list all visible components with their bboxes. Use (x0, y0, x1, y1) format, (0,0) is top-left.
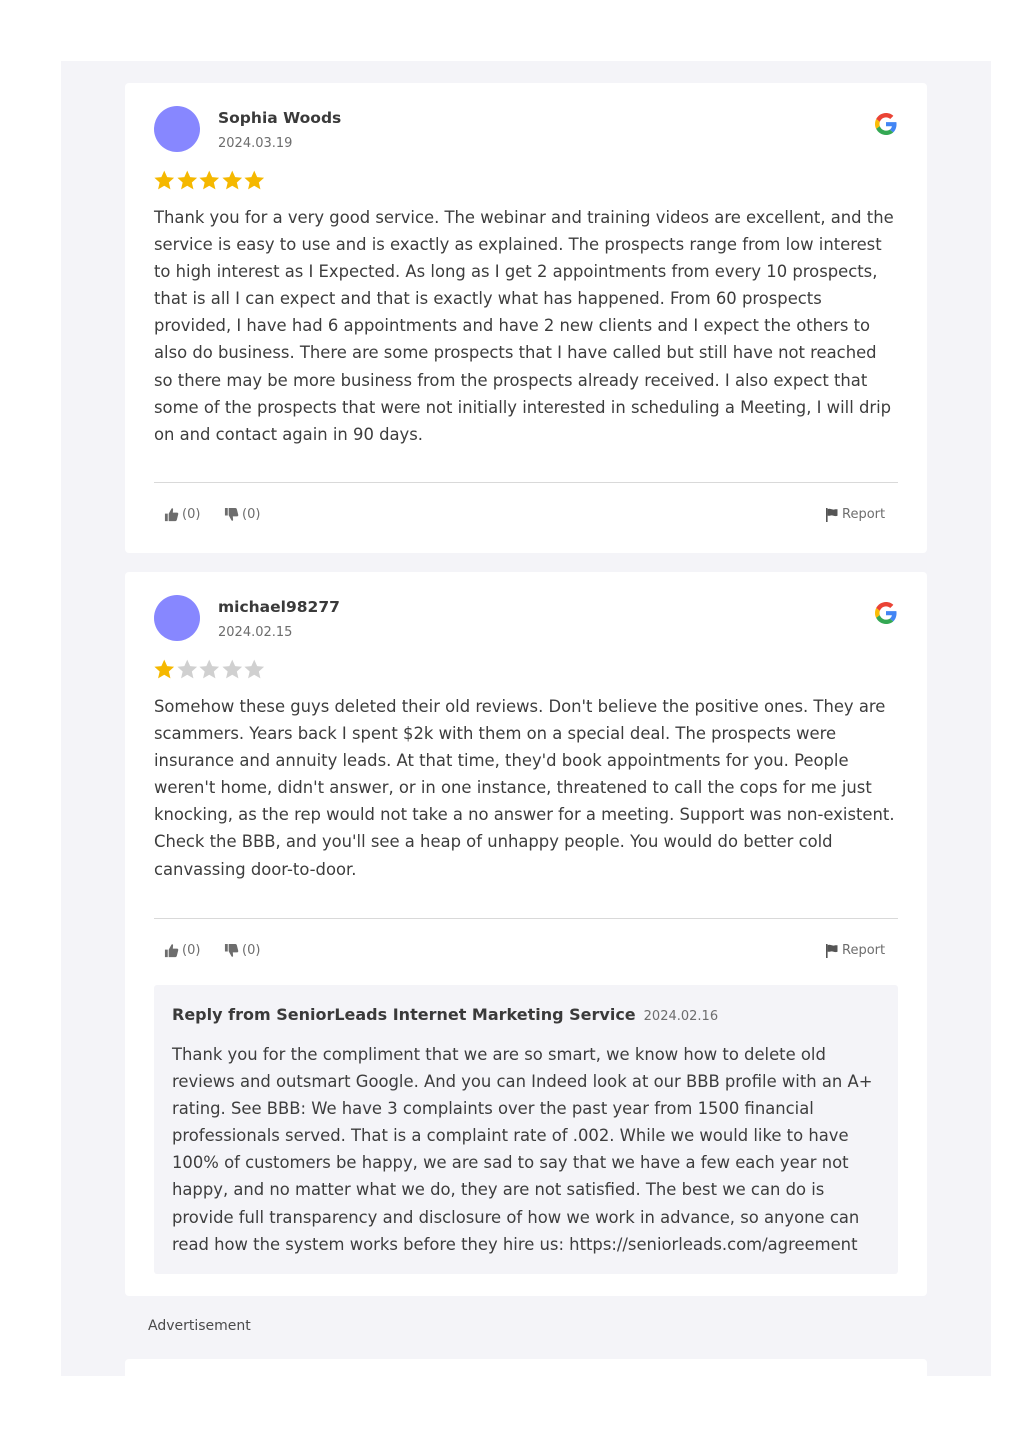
review-author: Sophia Woods (218, 109, 342, 127)
review-author: michael98277 (218, 598, 340, 616)
review-text: Somehow these guys deleted their old rev… (154, 697, 895, 879)
divider (154, 482, 898, 483)
reply-from: Reply from SeniorLeads Internet Marketin… (172, 1005, 636, 1024)
report-button[interactable]: Report (825, 507, 885, 522)
like-count: (0) (182, 507, 201, 522)
star-filled-icon (154, 170, 175, 190)
star-filled-icon (176, 170, 197, 190)
star-empty-icon (176, 659, 197, 679)
flag-icon (826, 507, 838, 522)
report-label: Report (842, 943, 886, 958)
reply-text: Thank you for the compliment that we are… (172, 1045, 873, 1254)
report-label: Report (842, 507, 886, 522)
business-reply: Reply from SeniorLeads Internet Marketin… (154, 985, 898, 1274)
review-date: 2024.03.19 (218, 136, 293, 151)
like-count: (0) (182, 943, 201, 958)
reviews-panel: Sophia Woods 2024.03.19 Thank you for a … (61, 61, 991, 1376)
star-empty-icon (199, 659, 220, 679)
reply-header: Reply from SeniorLeads Internet Marketin… (172, 1005, 718, 1024)
dislike-button[interactable]: (0) (224, 507, 260, 522)
google-icon (875, 602, 897, 624)
advertisement-label: Advertisement (148, 1318, 251, 1334)
star-filled-icon (221, 170, 242, 190)
dislike-count: (0) (242, 943, 261, 958)
google-icon (875, 113, 897, 135)
thumbs-up-icon (164, 944, 179, 958)
star-empty-icon (244, 659, 265, 679)
thumbs-up-icon (164, 508, 179, 522)
like-button[interactable]: (0) (164, 507, 200, 522)
star-empty-icon (221, 659, 242, 679)
review-card-partial (125, 1359, 927, 1376)
like-button[interactable]: (0) (164, 943, 200, 958)
star-rating (153, 658, 266, 681)
dislike-button[interactable]: (0) (224, 943, 260, 958)
review-text: Thank you for a very good service. The w… (154, 208, 894, 444)
thumbs-down-icon (224, 943, 239, 957)
review-card: Sophia Woods 2024.03.19 Thank you for a … (125, 83, 927, 553)
dislike-count: (0) (242, 507, 261, 522)
report-button[interactable]: Report (825, 943, 885, 958)
divider (154, 918, 898, 919)
star-rating (153, 169, 266, 192)
avatar (154, 595, 200, 641)
star-filled-icon (199, 170, 220, 190)
star-filled-icon (154, 659, 175, 679)
thumbs-down-icon (224, 507, 239, 521)
review-date: 2024.02.15 (218, 625, 293, 640)
avatar (154, 106, 200, 152)
reply-date: 2024.02.16 (643, 1009, 719, 1024)
flag-icon (826, 943, 838, 958)
review-card: michael98277 2024.02.15 Somehow these gu… (125, 572, 927, 1296)
star-filled-icon (244, 170, 265, 190)
